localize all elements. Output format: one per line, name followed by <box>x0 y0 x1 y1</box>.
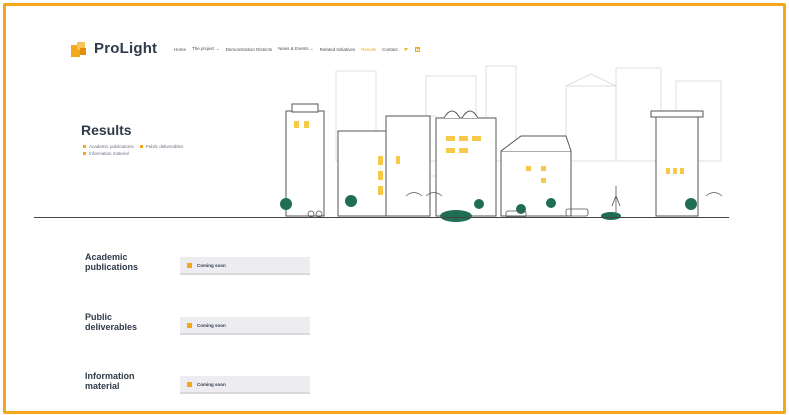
anchor-link-public-deliverables[interactable]: Public deliverables <box>139 143 184 150</box>
logo[interactable]: ProLight <box>71 40 157 57</box>
section-public-deliverables: Public deliverables Coming soon <box>85 312 345 335</box>
nav-item-related-initiatives[interactable]: Related Initiatives <box>320 47 356 52</box>
logo-text: ProLight <box>94 40 158 57</box>
section-title: Information material <box>85 371 135 391</box>
bullet-icon <box>83 152 86 156</box>
coming-soon-badge: Coming soon <box>180 376 310 394</box>
coming-soon-badge: Coming soon <box>180 257 310 275</box>
nav-item-results[interactable]: Results <box>361 47 376 52</box>
coming-soon-badge: Coming soon <box>180 317 310 335</box>
anchor-link-information-material[interactable]: Information material <box>83 150 129 157</box>
section-title: Academic publications <box>85 252 139 272</box>
coming-soon-label: Coming soon <box>197 322 226 328</box>
city-illustration <box>280 65 723 222</box>
page-title: Results <box>81 122 132 138</box>
bullet-icon <box>139 145 143 149</box>
square-icon <box>187 322 192 328</box>
nav-item-contact[interactable]: Contact <box>382 47 398 52</box>
anchor-link-label: Public deliverables <box>145 144 184 149</box>
coming-soon-label: Coming soon <box>197 381 226 387</box>
nav-item-demonstration-districts[interactable]: Demonstration Districts <box>226 47 273 52</box>
section-title: Public deliverables <box>85 312 138 332</box>
square-icon <box>187 262 192 268</box>
anchor-link-academic-publications[interactable]: Academic publications <box>83 143 134 150</box>
anchor-link-label: Academic publications <box>89 144 134 149</box>
coming-soon-label: Coming soon <box>197 262 226 268</box>
nav-item-the-project[interactable]: The project ⌄ <box>192 46 220 52</box>
square-icon <box>187 381 192 387</box>
bullet-icon <box>83 145 86 149</box>
anchor-link-label: Information material <box>89 151 129 156</box>
linkedin-icon[interactable] <box>414 46 420 52</box>
nav-item-news-events[interactable]: News & Events ⌄ <box>278 46 314 52</box>
nav-item-home[interactable]: Home <box>174 47 186 52</box>
twitter-icon[interactable] <box>404 47 409 52</box>
logo-icon <box>71 42 86 57</box>
hero-divider <box>34 217 729 218</box>
section-information-material: Information material Coming soon <box>85 371 345 394</box>
page-frame: ProLight Home The project ⌄ Demonstratio… <box>3 3 786 414</box>
main-nav: Home The project ⌄ Demonstration Distric… <box>174 46 420 52</box>
section-anchor-links: Academic publications Public deliverables… <box>83 143 223 157</box>
section-academic-publications: Academic publications Coming soon <box>85 252 345 275</box>
